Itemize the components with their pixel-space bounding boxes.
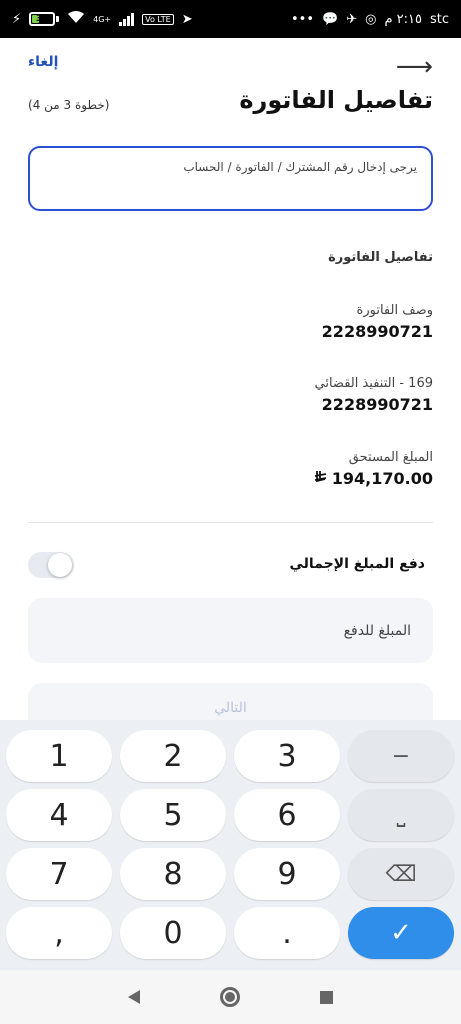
- status-left: ⚡ 31 4G+ Vo LTE ➤: [12, 10, 193, 28]
- key-3[interactable]: 3: [234, 730, 340, 782]
- bill-description-field: وصف الفاتورة 2228990721: [322, 303, 433, 341]
- cancel-button[interactable]: إلغاء: [28, 54, 58, 70]
- volte-label: Vo LTE: [142, 13, 174, 25]
- info-box: يرجى إدخال رقم المشترك / الفاتورة / الحس…: [28, 146, 433, 211]
- page-title: تفاصيل الفاتورة: [239, 86, 433, 114]
- key-dot[interactable]: .: [234, 907, 340, 959]
- field-label: 169 - التنفيذ القضائي: [314, 376, 434, 391]
- status-time: ٢:١٥ م: [384, 11, 422, 27]
- divider: [28, 522, 433, 523]
- chat-icon: 💬: [322, 11, 339, 27]
- toggle-knob: [48, 553, 72, 577]
- pay-total-toggle[interactable]: [28, 552, 74, 578]
- telegram-icon: ✈: [346, 11, 358, 27]
- key-grid: 1 2 3 − 4 5 6 ⎵ 7 8 9 ⌫ , 0 . ✓: [6, 730, 455, 959]
- key-0[interactable]: 0: [120, 907, 226, 959]
- back-arrow-icon[interactable]: ⟶: [396, 52, 433, 82]
- field-label: وصف الفاتورة: [356, 303, 433, 318]
- space-key-icon[interactable]: ⎵: [348, 789, 454, 841]
- key-minus[interactable]: −: [348, 730, 454, 782]
- key-8[interactable]: 8: [120, 848, 226, 900]
- key-comma[interactable]: ,: [6, 907, 112, 959]
- riyal-currency-icon: [314, 469, 328, 488]
- location-arrow-icon: ➤: [181, 11, 193, 27]
- field-value: 2228990721: [321, 322, 433, 341]
- battery-level: 31: [35, 14, 49, 24]
- key-5[interactable]: 5: [120, 789, 226, 841]
- pay-total-label: دفع المبلغ الإجمالي: [289, 556, 425, 572]
- nav-home-icon[interactable]: [220, 987, 240, 1007]
- key-1[interactable]: 1: [6, 730, 112, 782]
- checkmark-icon[interactable]: ✓: [348, 907, 454, 959]
- network-type-label: 4G+: [93, 14, 112, 24]
- amount-to-pay-input[interactable]: [28, 598, 433, 663]
- key-6[interactable]: 6: [234, 789, 340, 841]
- amount-due-line: 194,170.00: [314, 469, 433, 488]
- carrier-name: stc: [429, 11, 449, 27]
- header: ⟶ إلغاء تفاصيل الفاتورة (خطوة 3 من 4): [0, 40, 461, 130]
- key-7[interactable]: 7: [6, 848, 112, 900]
- step-indicator: (خطوة 3 من 4): [28, 98, 110, 112]
- nav-back-icon[interactable]: [128, 990, 140, 1004]
- key-9[interactable]: 9: [234, 848, 340, 900]
- status-bar: ⚡ 31 4G+ Vo LTE ➤ ••• 💬 ✈ ◎ ٢:١٥ م stc: [0, 0, 461, 38]
- wifi-icon: [67, 10, 85, 28]
- status-right: ••• 💬 ✈ ◎ ٢:١٥ م stc: [291, 12, 449, 27]
- amount-due-value: 194,170.00: [331, 469, 433, 488]
- whatsapp-icon: ◎: [365, 11, 377, 27]
- judicial-execution-field: 169 - التنفيذ القضائي 2228990721: [315, 376, 434, 414]
- more-icon: •••: [291, 11, 315, 27]
- info-text: يرجى إدخال رقم المشترك / الفاتورة / الحس…: [183, 160, 417, 174]
- signal-icon: [119, 12, 135, 26]
- battery-icon: 31: [29, 12, 60, 26]
- backspace-icon[interactable]: ⌫: [348, 848, 454, 900]
- pay-total-row: دفع المبلغ الإجمالي: [28, 548, 433, 584]
- field-label: المبلغ المستحق: [348, 450, 433, 465]
- flash-icon: ⚡: [12, 11, 22, 27]
- section-title: تفاصيل الفاتورة: [328, 250, 433, 265]
- nav-recent-icon[interactable]: [320, 990, 333, 1004]
- amount-due-field: المبلغ المستحق 194,170.00: [314, 450, 433, 488]
- key-4[interactable]: 4: [6, 789, 112, 841]
- numeric-keyboard: 1 2 3 − 4 5 6 ⎵ 7 8 9 ⌫ , 0 . ✓: [0, 720, 461, 970]
- key-2[interactable]: 2: [120, 730, 226, 782]
- field-value: 2228990721: [321, 395, 433, 414]
- system-nav-bar: [0, 970, 461, 1024]
